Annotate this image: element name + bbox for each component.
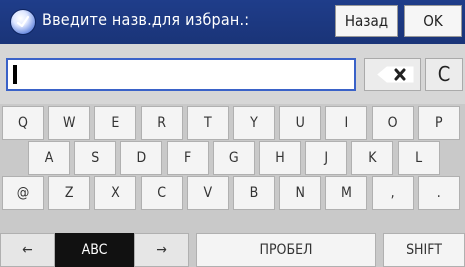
key-row2-0[interactable]: A xyxy=(28,141,70,175)
key-row1-3[interactable]: R xyxy=(140,106,183,140)
key-row1-4[interactable]: T xyxy=(186,106,229,140)
key-row1-1[interactable]: W xyxy=(48,106,91,140)
ok-button[interactable]: OK xyxy=(404,5,462,37)
key-row2-3[interactable]: F xyxy=(166,141,209,175)
key-row2-7[interactable]: K xyxy=(351,141,394,175)
title-bar: Введите назв.для избран.: Назад OK xyxy=(0,0,465,44)
keyboard-bottom-row: ← ABC → ПРОБЕЛ SHIFT xyxy=(0,233,465,267)
key-row1-2[interactable]: E xyxy=(94,106,137,140)
key-row2-5[interactable]: H xyxy=(259,141,301,175)
key-row3-5[interactable]: B xyxy=(233,176,275,210)
key-row1-7[interactable]: I xyxy=(325,106,368,140)
key-row3-6[interactable]: N xyxy=(279,176,322,210)
key-row3-7[interactable]: M xyxy=(325,176,368,210)
key-row1-5[interactable]: Y xyxy=(233,106,275,140)
backspace-button[interactable] xyxy=(364,58,421,91)
key-row1-6[interactable]: U xyxy=(279,106,322,140)
cursor-left-key[interactable]: ← xyxy=(0,233,55,267)
key-row2-2[interactable]: D xyxy=(120,141,163,175)
key-row2-6[interactable]: J xyxy=(305,141,348,175)
backspace-icon xyxy=(377,66,414,83)
key-row1-8[interactable]: O xyxy=(371,106,414,140)
input-row: C xyxy=(0,44,465,104)
key-row1-9[interactable]: P xyxy=(417,106,460,140)
text-caret xyxy=(13,65,17,84)
prompt-title: Введите назв.для избран.: xyxy=(42,10,250,29)
clear-button[interactable]: C xyxy=(425,58,463,91)
key-row2-1[interactable]: S xyxy=(74,141,117,175)
mode-abc-key[interactable]: ABC xyxy=(55,233,134,267)
key-row2-4[interactable]: G xyxy=(212,141,255,175)
key-row3-0[interactable]: @ xyxy=(2,176,44,210)
cursor-right-key[interactable]: → xyxy=(134,233,189,267)
name-input[interactable] xyxy=(6,58,356,91)
key-row3-2[interactable]: X xyxy=(94,176,137,210)
key-row1-0[interactable]: Q xyxy=(2,106,44,140)
key-row3-9[interactable]: . xyxy=(417,176,460,210)
shift-key[interactable]: SHIFT xyxy=(383,233,465,267)
back-button[interactable]: Назад xyxy=(335,5,398,37)
favorites-icon xyxy=(10,9,36,35)
key-row3-1[interactable]: Z xyxy=(48,176,91,210)
key-row2-8[interactable]: L xyxy=(397,141,440,175)
key-row3-4[interactable]: V xyxy=(186,176,229,210)
key-row3-8[interactable]: , xyxy=(371,176,414,210)
space-key[interactable]: ПРОБЕЛ xyxy=(196,233,376,267)
key-row3-3[interactable]: C xyxy=(140,176,183,210)
